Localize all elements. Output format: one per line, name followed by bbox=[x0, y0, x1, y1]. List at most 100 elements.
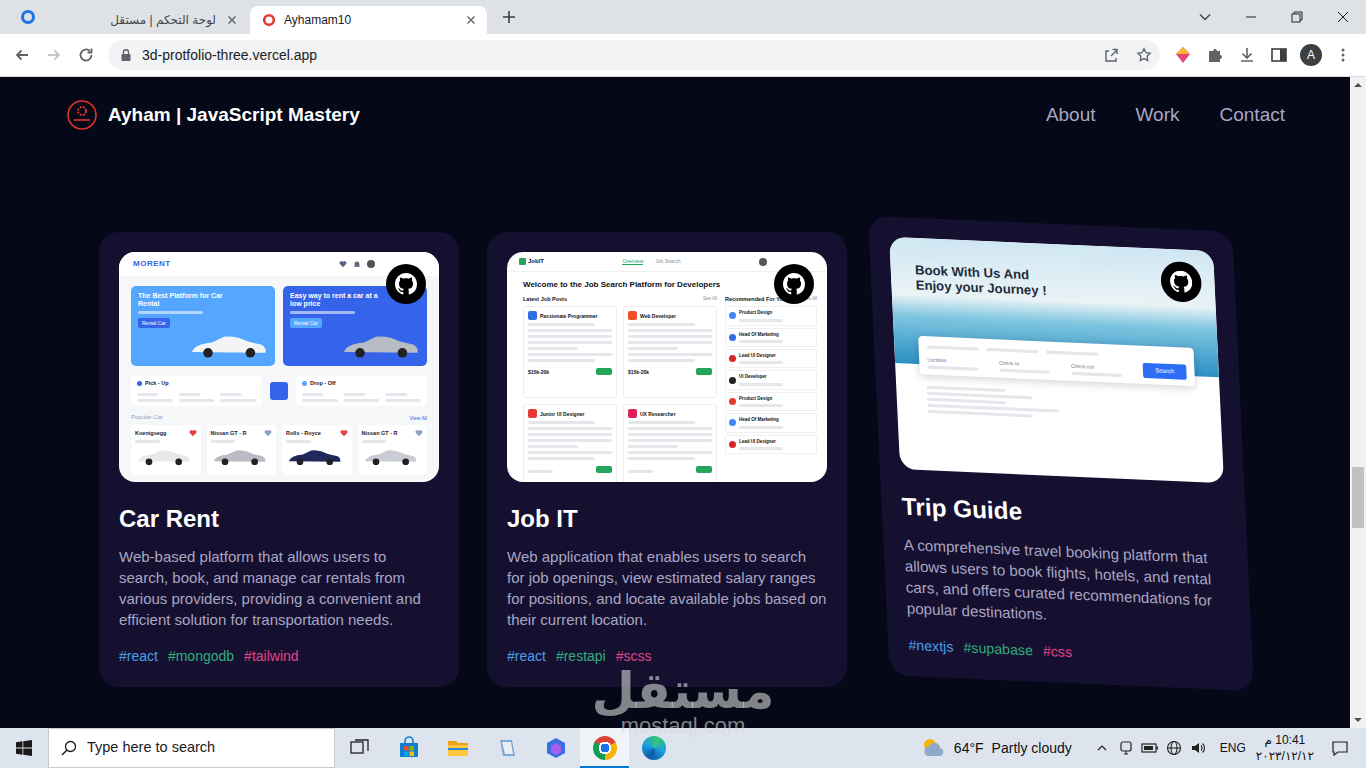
recommended-job[interactable]: Product Design bbox=[725, 392, 817, 411]
close-tab-icon[interactable] bbox=[463, 12, 479, 28]
recommended-job[interactable]: Lead UI Designer bbox=[725, 435, 817, 454]
nav-link[interactable]: About bbox=[1046, 101, 1096, 130]
meet-now-icon[interactable] bbox=[1114, 728, 1138, 768]
side-panel-icon[interactable] bbox=[1263, 39, 1295, 71]
reload-icon[interactable] bbox=[70, 39, 102, 71]
taskbar-search[interactable]: Type here to search bbox=[48, 728, 335, 768]
taskbar-app[interactable] bbox=[580, 728, 629, 768]
see-all-link[interactable]: See All bbox=[703, 296, 717, 303]
scroll-down-icon[interactable] bbox=[1350, 712, 1366, 728]
download-icon[interactable] bbox=[1231, 39, 1263, 71]
new-tab-icon[interactable] bbox=[501, 9, 517, 25]
text-placeholder bbox=[1071, 372, 1122, 377]
back-icon[interactable] bbox=[6, 39, 38, 71]
system-tray bbox=[1090, 728, 1210, 768]
job-card[interactable]: UX Researcher bbox=[623, 404, 717, 482]
tab-search-icon[interactable] bbox=[20, 9, 36, 25]
clock[interactable]: 10:41 م٢٠٢٣/١٢/١٢ bbox=[1256, 732, 1314, 764]
close-tab-icon[interactable] bbox=[224, 12, 240, 28]
apply-button[interactable] bbox=[596, 466, 612, 473]
car-image-icon bbox=[211, 447, 267, 467]
taskbar-app[interactable] bbox=[433, 728, 482, 768]
recommended-job[interactable]: Head Of Marketing bbox=[725, 328, 817, 347]
address-bar[interactable]: 3d-protfolio-three.vercel.app bbox=[108, 40, 1160, 70]
watermark-arabic: مستقل bbox=[0, 662, 1366, 720]
taskbar-app[interactable] bbox=[482, 728, 531, 768]
url-text[interactable]: 3d-protfolio-three.vercel.app bbox=[142, 45, 317, 66]
github-link[interactable] bbox=[386, 264, 426, 304]
location-picker[interactable]: Drop - Off bbox=[296, 376, 427, 406]
rental-button[interactable]: Rental Car bbox=[138, 318, 170, 328]
browser-tab[interactable]: Ayhamam10 bbox=[250, 6, 487, 34]
text-placeholder bbox=[528, 335, 612, 338]
recommended-job[interactable]: Head Of Marketing bbox=[725, 413, 817, 432]
job-title: Product Design bbox=[739, 310, 813, 315]
battery-icon[interactable] bbox=[1138, 728, 1162, 768]
scroll-thumb[interactable] bbox=[1352, 467, 1364, 528]
taskbar-app[interactable] bbox=[384, 728, 433, 768]
search-field[interactable]: Location bbox=[927, 357, 991, 372]
minimize-icon[interactable] bbox=[1228, 0, 1274, 34]
apply-button[interactable] bbox=[696, 368, 712, 375]
profile-initial[interactable]: A bbox=[1307, 49, 1315, 61]
recommended-job[interactable]: Lead UI Designer bbox=[725, 349, 817, 368]
start-windows-icon[interactable] bbox=[0, 728, 48, 768]
recommended-job[interactable]: Product Design bbox=[725, 306, 817, 325]
close-window-icon[interactable] bbox=[1320, 0, 1366, 34]
car-card[interactable]: Nissan GT - R bbox=[207, 425, 277, 475]
brand-link[interactable]: Ayham | JavaScript Mastery bbox=[66, 99, 360, 131]
taskbar-app[interactable] bbox=[335, 728, 384, 768]
extension-icon[interactable] bbox=[1167, 39, 1199, 71]
swap-button[interactable] bbox=[270, 382, 288, 400]
car-card[interactable]: Koenigsegg bbox=[131, 425, 201, 475]
car-card[interactable]: Rolls - Royce bbox=[282, 425, 352, 475]
rental-button[interactable]: Rental Car bbox=[290, 318, 322, 328]
apply-button[interactable] bbox=[596, 368, 612, 375]
notifications-icon[interactable] bbox=[1320, 728, 1360, 768]
scroll-up-icon[interactable] bbox=[1350, 77, 1366, 93]
avatar[interactable]: A bbox=[1300, 44, 1322, 66]
job-title: UI Developer bbox=[739, 374, 813, 379]
scroll-track[interactable] bbox=[1350, 93, 1366, 712]
bookmark-star-icon[interactable] bbox=[1136, 47, 1152, 63]
text-placeholder bbox=[628, 359, 695, 362]
view-all-link[interactable]: View All bbox=[410, 415, 427, 421]
nav-link[interactable]: Contact bbox=[1220, 101, 1285, 130]
text-placeholder bbox=[528, 323, 595, 326]
taskbar-app[interactable] bbox=[629, 728, 678, 768]
tab-list-icon[interactable] bbox=[1191, 3, 1219, 31]
location-picker[interactable]: Pick - Up bbox=[131, 376, 262, 406]
search-field[interactable]: Check In bbox=[999, 360, 1063, 375]
text-placeholder bbox=[528, 347, 578, 350]
brand-name[interactable]: Ayham | JavaScript Mastery bbox=[108, 101, 360, 130]
search-placeholder[interactable]: Type here to search bbox=[87, 737, 215, 759]
share-icon[interactable] bbox=[1103, 47, 1119, 63]
network-icon[interactable] bbox=[1162, 728, 1186, 768]
project-screenshot: MORENTThe Best Platform for Car RentalRe… bbox=[119, 252, 439, 482]
job-card[interactable]: Junior UI Designer bbox=[523, 404, 617, 482]
job-card[interactable]: Web Developer$15k-20k bbox=[623, 306, 717, 398]
profile-button[interactable]: A bbox=[1295, 39, 1327, 71]
input-language[interactable]: ENG bbox=[1220, 739, 1246, 757]
job-card[interactable]: Passionate Programmer$15k-20k bbox=[523, 306, 617, 398]
page-scrollbar[interactable] bbox=[1350, 77, 1366, 728]
show-hidden-icons-icon[interactable] bbox=[1090, 728, 1114, 768]
extensions-puzzle-icon[interactable] bbox=[1199, 39, 1231, 71]
apply-button[interactable] bbox=[696, 466, 712, 473]
menu-item[interactable]: Job Search bbox=[655, 258, 680, 265]
search-button[interactable]: Search bbox=[1143, 363, 1187, 380]
browser-menu-icon[interactable] bbox=[1327, 39, 1359, 71]
car-card[interactable]: Nissan GT - R bbox=[358, 425, 428, 475]
menu-item[interactable]: Overview bbox=[622, 258, 643, 265]
volume-icon[interactable] bbox=[1186, 728, 1210, 768]
taskbar-app[interactable] bbox=[531, 728, 580, 768]
recommended-job[interactable]: UI Developer bbox=[725, 370, 817, 389]
company-logo-icon bbox=[729, 312, 736, 319]
nav-link[interactable]: Work bbox=[1136, 101, 1180, 130]
weather-widget[interactable]: 64°FPartly cloudy bbox=[920, 736, 1072, 760]
github-link[interactable] bbox=[774, 264, 814, 304]
search-field[interactable]: Check out bbox=[1071, 363, 1135, 378]
restore-icon[interactable] bbox=[1274, 0, 1320, 34]
browser-tab[interactable]: لوحة التحكم | مستقل bbox=[88, 6, 248, 34]
text-placeholder bbox=[987, 348, 1039, 353]
